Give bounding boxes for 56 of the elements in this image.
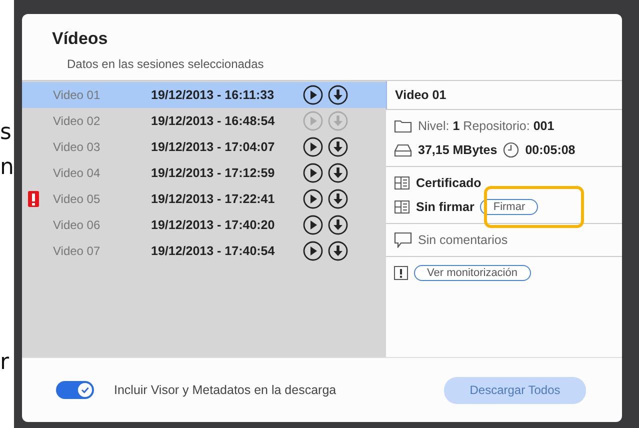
size-text: 37,15 MBytes [418,143,498,157]
video-name: Video 06 [53,218,102,232]
monitoring-button[interactable]: Ver monitorización [414,265,530,281]
toggle-label: Incluir Visor y Metadatos en la descarga [114,383,338,397]
dialog-title: Vídeos [52,29,109,49]
download-icon[interactable] [328,241,348,261]
video-row[interactable]: Video 03 19/12/2013 - 17:04:07 [22,134,386,160]
video-name: Video 02 [53,114,102,128]
video-row[interactable]: Video 07 19/12/2013 - 17:40:54 [22,238,386,264]
download-icon[interactable] [328,137,348,157]
sign-button[interactable]: Firmar [480,199,538,215]
location-text: Nivel: 1 Repositorio: 001 [418,119,554,133]
video-datetime: 19/12/2013 - 17:12:59 [151,166,276,180]
play-icon[interactable] [303,137,323,157]
video-datetime: 19/12/2013 - 17:22:41 [151,192,276,206]
video-datetime: 19/12/2013 - 16:48:54 [151,114,276,128]
play-icon[interactable] [303,215,323,235]
video-row[interactable]: Video 05 19/12/2013 - 17:22:41 [22,186,386,212]
download-icon[interactable] [328,189,348,209]
play-icon[interactable] [303,85,323,105]
video-row[interactable]: Video 06 19/12/2013 - 17:40:20 [22,212,386,238]
video-name: Video 05 [53,192,102,206]
toggle-switch[interactable] [56,381,94,399]
comments-text: Sin comentarios [418,233,508,247]
video-name: Video 03 [53,140,102,154]
video-datetime: 19/12/2013 - 17:04:07 [151,140,276,154]
background-text: r [0,350,10,375]
duration-text: 00:05:08 [525,143,576,157]
play-icon[interactable] [303,241,323,261]
video-name: Video 07 [53,244,102,258]
download-icon[interactable] [328,163,348,183]
folder-icon [394,119,412,133]
download-icon[interactable] [328,215,348,235]
background-text: s [0,120,12,145]
certificate-icon [394,176,410,190]
check-icon [80,385,90,395]
video-row[interactable]: Video 01 19/12/2013 - 16:11:33 [22,82,386,108]
video-name: Video 04 [53,166,102,180]
video-datetime: 19/12/2013 - 16:11:33 [151,88,276,102]
play-icon[interactable] [303,189,323,209]
warning-icon [394,266,408,280]
download-icon[interactable] [328,85,348,105]
background-text: n [0,155,14,180]
certificate-icon [394,200,410,214]
details-title: Video 01 [386,81,622,110]
dialog-subtitle: Datos en las sesiones seleccionadas [67,57,265,71]
video-datetime: 19/12/2013 - 17:40:20 [151,218,276,232]
certificate-text: Certificado [416,176,482,190]
clock-icon [503,142,520,158]
signature-text: Sin firmar [416,200,474,214]
video-row[interactable]: Video 04 19/12/2013 - 17:12:59 [22,160,386,186]
comment-icon [394,232,412,248]
video-datetime: 19/12/2013 - 17:40:54 [151,244,276,258]
play-icon[interactable] [303,163,323,183]
video-name: Video 01 [53,88,102,102]
drive-icon [394,143,412,157]
